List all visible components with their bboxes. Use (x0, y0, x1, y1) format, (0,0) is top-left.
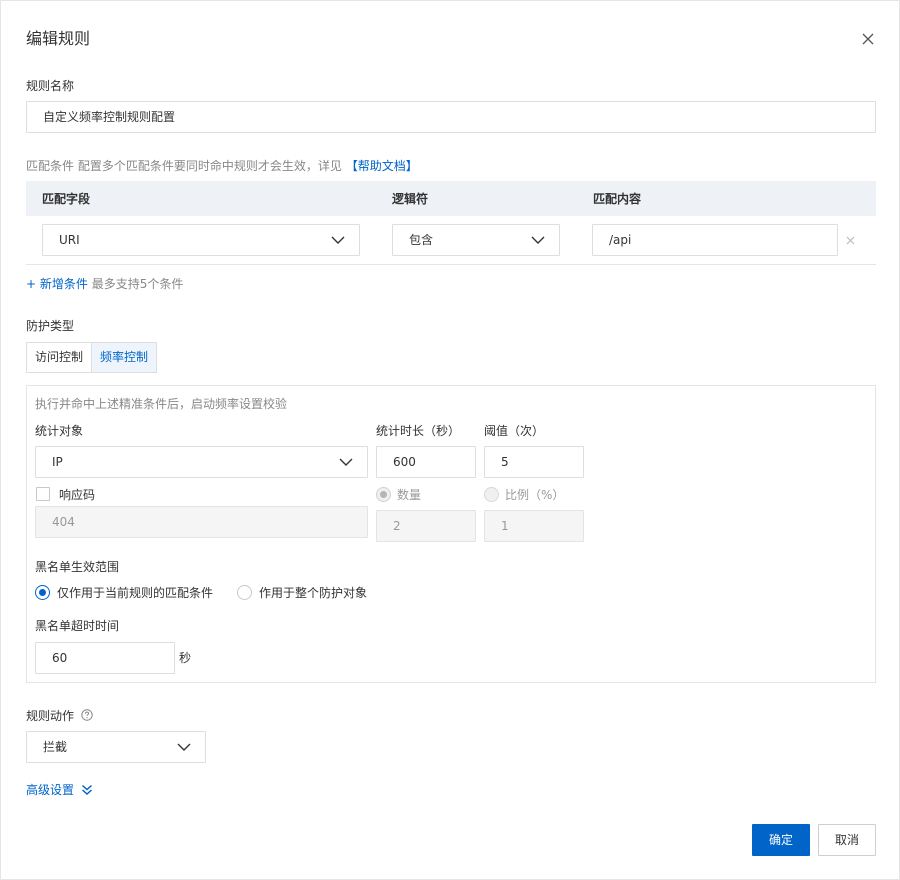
response-code-label: 响应码 (59, 488, 96, 502)
rule-action-header: 规则动作 (26, 708, 93, 724)
duration-input[interactable]: 600 (376, 446, 476, 478)
response-code-checkbox[interactable] (36, 487, 50, 501)
ratio-radio[interactable] (484, 487, 499, 502)
cancel-button[interactable]: 取消 (818, 824, 876, 856)
blacklist-timeout-label: 黑名单超时时间 (35, 619, 120, 633)
rule-action-value: 拦截 (43, 740, 68, 754)
match-operator-select[interactable]: 包含 (392, 224, 560, 256)
match-operator-value: 包含 (409, 233, 434, 247)
remove-condition-button[interactable] (846, 234, 856, 245)
column-header-operator: 逻辑符 (392, 192, 429, 206)
match-condition-header: 匹配条件 配置多个匹配条件要同时命中规则才会生效，详见 【帮助文档】 (26, 158, 418, 174)
close-icon (862, 33, 874, 45)
panel-description: 执行并命中上述精准条件后，启动频率设置校验 (35, 397, 288, 411)
close-button[interactable] (857, 28, 879, 50)
confirm-button[interactable]: 确定 (752, 824, 810, 856)
tab-rate-control[interactable]: 频率控制 (91, 342, 158, 373)
scope-current-rule-label: 仅作用于当前规则的匹配条件 (57, 586, 214, 600)
stat-target-select[interactable]: IP (35, 446, 368, 478)
help-circle-icon[interactable] (81, 709, 93, 721)
match-condition-label: 匹配条件 (26, 159, 75, 173)
rule-action-select[interactable]: 拦截 (26, 731, 206, 763)
count-radio[interactable] (376, 487, 391, 502)
match-table-header: 匹配字段 逻辑符 匹配内容 (26, 181, 876, 216)
chevron-down-icon (531, 236, 545, 244)
ratio-input[interactable]: 1 (484, 510, 584, 542)
blacklist-scope-label: 黑名单生效范围 (35, 560, 120, 574)
count-label: 数量 (397, 488, 422, 502)
chevron-down-icon (331, 236, 345, 244)
edit-rule-dialog: 编辑规则 规则名称 自定义频率控制规则配置 匹配条件 配置多个匹配条件要同时命中… (0, 0, 900, 880)
stat-target-label: 统计对象 (35, 424, 84, 438)
chevron-down-icon (339, 458, 353, 466)
ratio-label: 比例（%） (505, 488, 565, 502)
column-header-content: 匹配内容 (593, 192, 642, 206)
match-field-select[interactable]: URI (42, 224, 360, 256)
add-condition-row: + 新增条件 最多支持5个条件 (26, 276, 183, 292)
table-divider (26, 264, 876, 265)
response-code-input[interactable]: 404 (35, 506, 368, 538)
threshold-input[interactable]: 5 (484, 446, 584, 478)
scope-current-rule-radio[interactable] (35, 585, 50, 600)
rule-name-input[interactable]: 自定义频率控制规则配置 (26, 101, 876, 133)
scope-whole-object-radio[interactable] (237, 585, 252, 600)
add-condition-link[interactable]: + 新增条件 (26, 277, 88, 291)
match-content-input[interactable]: /api (592, 224, 838, 256)
dialog-title: 编辑规则 (26, 29, 91, 48)
timeout-unit: 秒 (179, 651, 192, 665)
tab-access-control[interactable]: 访问控制 (26, 342, 93, 373)
protection-type-label: 防护类型 (26, 319, 75, 333)
rule-action-label: 规则动作 (26, 709, 75, 723)
threshold-label: 阈值（次） (484, 424, 545, 438)
scope-whole-object-label: 作用于整个防护对象 (259, 586, 368, 600)
column-header-field: 匹配字段 (42, 192, 91, 206)
double-chevron-down-icon (81, 784, 92, 796)
duration-label: 统计时长（秒） (376, 424, 461, 438)
match-condition-description: 配置多个匹配条件要同时命中规则才会生效，详见 (77, 159, 342, 173)
chevron-down-icon (177, 743, 191, 751)
close-icon (846, 236, 855, 245)
advanced-settings-label: 高级设置 (26, 783, 75, 797)
match-field-value: URI (59, 233, 80, 247)
add-condition-hint: 最多支持5个条件 (91, 277, 184, 291)
stat-target-value: IP (52, 455, 63, 469)
help-doc-link[interactable]: 【帮助文档】 (346, 159, 418, 173)
count-input[interactable]: 2 (376, 510, 476, 542)
advanced-settings-toggle[interactable]: 高级设置 (26, 782, 93, 798)
blacklist-timeout-input[interactable]: 60 (35, 642, 175, 674)
rule-name-label: 规则名称 (26, 79, 75, 93)
